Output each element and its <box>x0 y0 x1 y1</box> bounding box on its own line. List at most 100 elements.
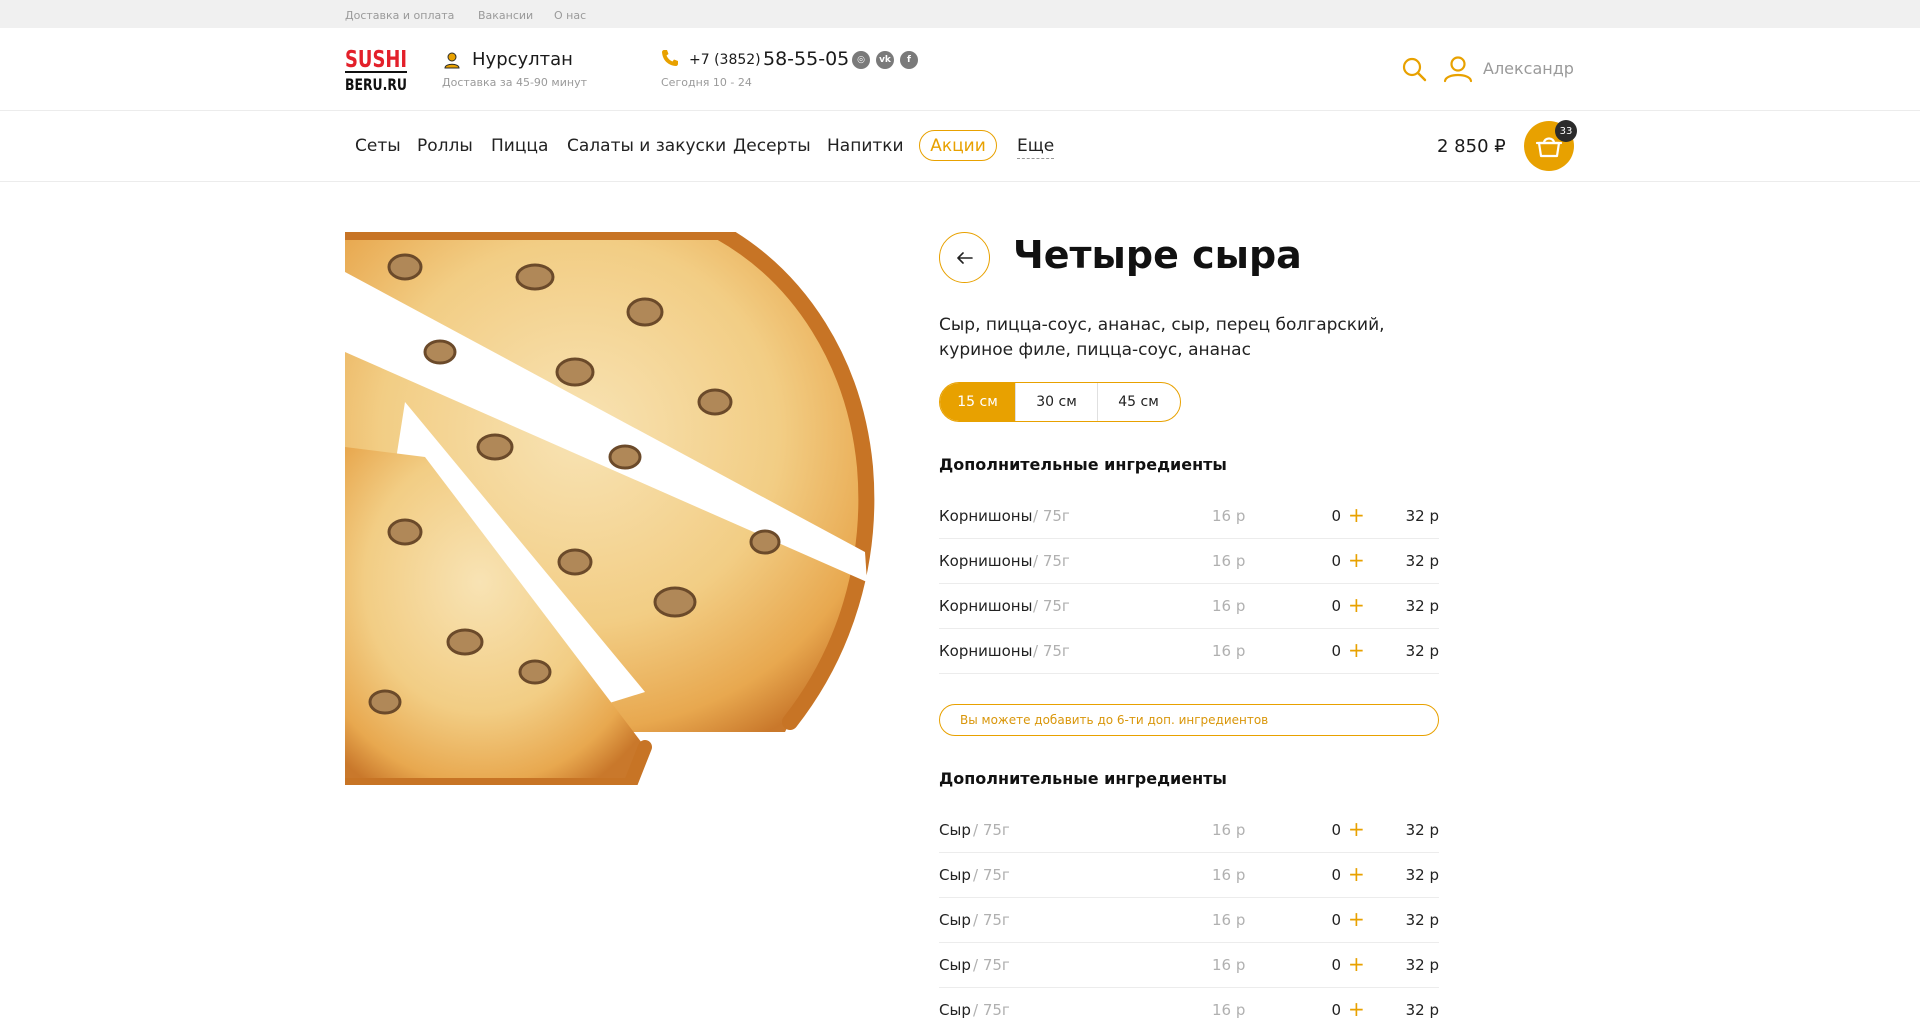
nav-item-sets[interactable]: Сеты <box>355 136 401 156</box>
extra-name: Сыр <box>939 866 971 884</box>
extra-price: 16 р <box>1212 821 1246 839</box>
working-hours: Сегодня 10 - 24 <box>661 76 752 89</box>
plus-icon[interactable]: + <box>1348 817 1365 841</box>
extra-weight: / 75г <box>1033 507 1070 525</box>
extras-limit-notice: Вы можете добавить до 6-ти доп. ингредие… <box>939 704 1439 736</box>
extra-total: 32 р <box>1405 821 1439 839</box>
size-option-15[interactable]: 15 см <box>940 383 1016 421</box>
nav-item-salads[interactable]: Салаты и закуски <box>567 136 726 156</box>
phone-number[interactable]: 58-55-05 <box>763 48 849 70</box>
extra-quantity: 0 <box>1331 866 1341 884</box>
vacancies-link[interactable]: Вакансии <box>478 9 533 22</box>
main-nav: Сеты Роллы Пицца Салаты и закуски Десерт… <box>0 111 1920 182</box>
extra-price: 16 р <box>1212 866 1246 884</box>
extra-total: 32 р <box>1405 1001 1439 1019</box>
extra-quantity: 0 <box>1331 597 1341 615</box>
extra-total: 32 р <box>1405 866 1439 884</box>
extra-total: 32 р <box>1405 507 1439 525</box>
plus-icon[interactable]: + <box>1348 503 1365 527</box>
plus-icon[interactable]: + <box>1348 593 1365 617</box>
svg-text:BERU.RU: BERU.RU <box>345 75 407 94</box>
extra-name: Корнишоны <box>939 642 1033 660</box>
size-option-30[interactable]: 30 см <box>1016 383 1098 421</box>
arrow-left-icon <box>956 251 973 264</box>
extra-total: 32 р <box>1405 911 1439 929</box>
extra-total: 32 р <box>1405 956 1439 974</box>
extra-name: Сыр <box>939 1001 971 1019</box>
extras-title: Дополнительные ингредиенты <box>939 769 1227 788</box>
back-button[interactable] <box>939 232 990 283</box>
extra-weight: / 75г <box>1033 642 1070 660</box>
extra-total: 32 р <box>1405 642 1439 660</box>
extra-price: 16 р <box>1212 507 1246 525</box>
extra-row: Корнишоны / 75г 16 р 0 + 32 р <box>939 494 1439 539</box>
nav-item-pizza[interactable]: Пицца <box>491 136 548 156</box>
extra-quantity: 0 <box>1331 821 1341 839</box>
extra-weight: / 75г <box>973 866 1010 884</box>
extra-weight: / 75г <box>973 956 1010 974</box>
extra-name: Сыр <box>939 821 971 839</box>
vk-icon[interactable]: vk <box>876 51 894 69</box>
extra-name: Корнишоны <box>939 597 1033 615</box>
city-name[interactable]: Нурсултан <box>472 49 573 70</box>
extra-row: Сыр / 75г 16 р 0 + 32 р <box>939 853 1439 898</box>
nav-more-dropdown[interactable]: Еще <box>1017 136 1055 159</box>
nav-item-rolls[interactable]: Роллы <box>417 136 473 156</box>
extra-name: Сыр <box>939 911 971 929</box>
extra-total: 32 р <box>1405 597 1439 615</box>
cart-total: 2 850 ₽ <box>1437 136 1506 157</box>
extra-price: 16 р <box>1212 552 1246 570</box>
extra-weight: / 75г <box>1033 597 1070 615</box>
extra-quantity: 0 <box>1331 956 1341 974</box>
sushi-beru-logo[interactable]: SUSHI BERU.RU <box>345 43 407 95</box>
user-pin-icon <box>444 52 460 69</box>
size-selector: 15 см 30 см 45 см <box>939 382 1181 422</box>
product-description: Сыр, пицца-соус, ананас, сыр, перец болг… <box>939 315 1385 360</box>
extra-row: Корнишоны / 75г 16 р 0 + 32 р <box>939 629 1439 674</box>
plus-icon[interactable]: + <box>1348 638 1365 662</box>
nav-item-drinks[interactable]: Напитки <box>827 136 904 156</box>
instagram-icon[interactable]: ◎ <box>852 51 870 69</box>
extra-price: 16 р <box>1212 1001 1246 1019</box>
extra-total: 32 р <box>1405 552 1439 570</box>
user-icon[interactable] <box>1443 55 1473 83</box>
extra-row: Сыр / 75г 16 р 0 + 32 р <box>939 898 1439 943</box>
extra-weight: / 75г <box>973 821 1010 839</box>
extra-name: Сыр <box>939 956 971 974</box>
plus-icon[interactable]: + <box>1348 548 1365 572</box>
header: SUSHI BERU.RU Нурсултан Доставка за 45-9… <box>0 28 1920 111</box>
extras-title: Дополнительные ингредиенты <box>939 455 1227 474</box>
cart-count-badge: 33 <box>1555 120 1577 142</box>
extra-weight: / 75г <box>1033 552 1070 570</box>
size-option-45[interactable]: 45 см <box>1098 383 1179 421</box>
extra-quantity: 0 <box>1331 507 1341 525</box>
extra-quantity: 0 <box>1331 1001 1341 1019</box>
delivery-time: Доставка за 45-90 минут <box>442 76 587 89</box>
extra-row: Сыр / 75г 16 р 0 + 32 р <box>939 943 1439 988</box>
extra-price: 16 р <box>1212 956 1246 974</box>
extra-quantity: 0 <box>1331 642 1341 660</box>
plus-icon[interactable]: + <box>1348 907 1365 931</box>
delivery-link[interactable]: Доставка и оплата <box>345 9 454 22</box>
search-icon[interactable] <box>1401 56 1427 82</box>
user-name[interactable]: Александр <box>1483 59 1574 78</box>
extra-weight: / 75г <box>973 911 1010 929</box>
nav-item-desserts[interactable]: Десерты <box>733 136 811 156</box>
phone-prefix: +7 (3852) <box>689 52 761 68</box>
plus-icon[interactable]: + <box>1348 862 1365 886</box>
facebook-icon[interactable]: f <box>900 51 918 69</box>
svg-text:SUSHI: SUSHI <box>345 47 407 73</box>
top-bar: Доставка и оплата Вакансии О нас <box>0 0 1920 28</box>
plus-icon[interactable]: + <box>1348 997 1365 1021</box>
extra-quantity: 0 <box>1331 552 1341 570</box>
nav-item-promo[interactable]: Акции <box>919 130 997 161</box>
product-image <box>345 232 875 785</box>
extra-row: Сыр / 75г 16 р 0 + 32 р <box>939 808 1439 853</box>
extra-name: Корнишоны <box>939 552 1033 570</box>
about-link[interactable]: О нас <box>554 9 586 22</box>
plus-icon[interactable]: + <box>1348 952 1365 976</box>
product-title: Четыре сыра <box>1013 233 1302 277</box>
extra-price: 16 р <box>1212 911 1246 929</box>
extra-row: Сыр / 75г 16 р 0 + 32 р <box>939 988 1439 1024</box>
extra-quantity: 0 <box>1331 911 1341 929</box>
